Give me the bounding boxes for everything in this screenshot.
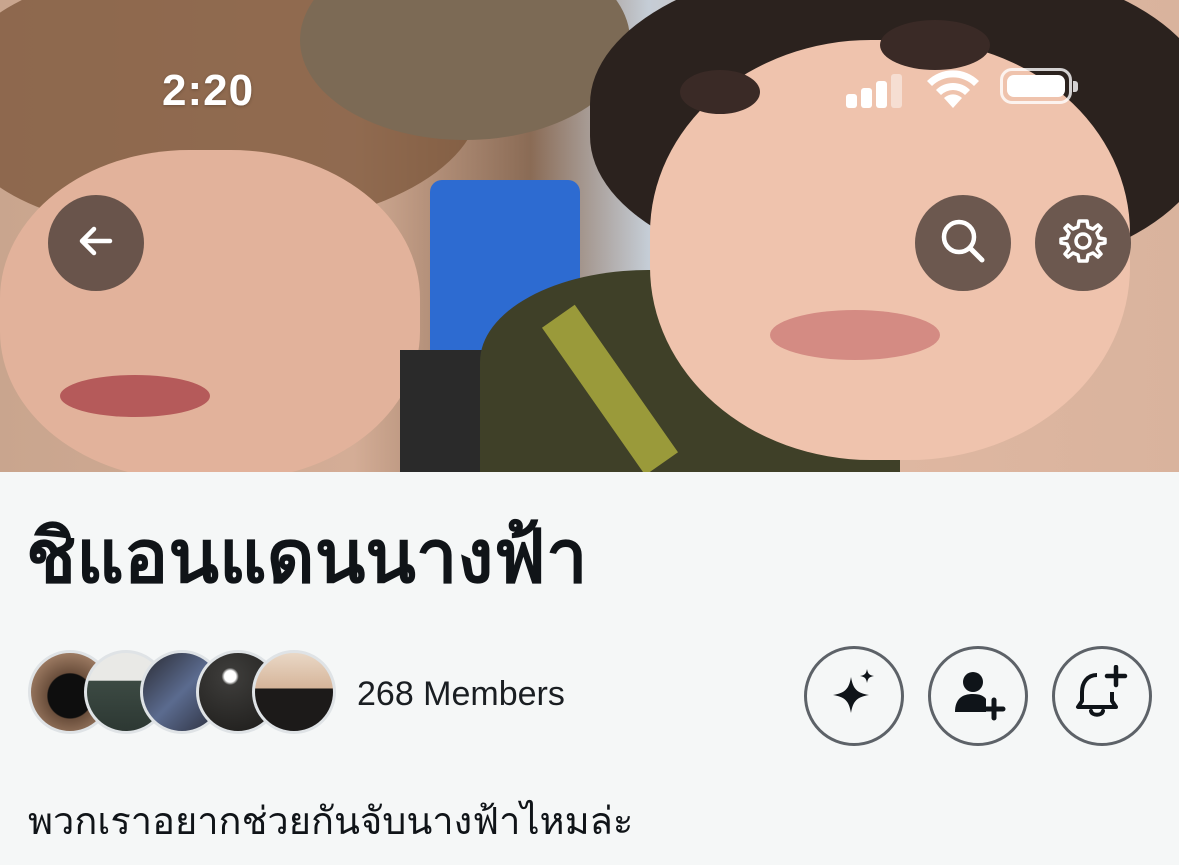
battery-icon	[1000, 68, 1078, 104]
back-button[interactable]	[48, 195, 144, 291]
arrow-left-icon	[74, 219, 118, 268]
sparkle-icon	[825, 665, 883, 728]
ai-summary-button[interactable]	[804, 646, 904, 746]
cover-photo-region	[0, 150, 420, 472]
cover-photo-region	[880, 20, 990, 70]
settings-button[interactable]	[1035, 195, 1131, 291]
cover-photo-region	[770, 310, 940, 360]
avatar	[252, 650, 336, 734]
notification-button[interactable]	[1052, 646, 1152, 746]
cover-photo-region	[60, 375, 210, 417]
add-person-icon	[950, 666, 1006, 727]
invite-member-button[interactable]	[928, 646, 1028, 746]
community-description: พวกเราอยากช่วยกันจับนางฟ้าไหมล่ะ	[28, 801, 634, 843]
member-avatars[interactable]	[28, 650, 338, 738]
status-time: 2:20	[162, 66, 255, 115]
community-title: ชิแอนแดนนางฟ้า	[26, 515, 588, 598]
bell-plus-icon	[1073, 664, 1131, 728]
member-count[interactable]: 268 Members	[357, 675, 565, 714]
cover-photo-region	[680, 70, 760, 114]
gear-icon	[1058, 216, 1108, 271]
search-button[interactable]	[915, 195, 1011, 291]
cellular-signal-icon	[846, 72, 906, 108]
search-icon	[938, 216, 988, 271]
wifi-icon	[924, 68, 982, 110]
